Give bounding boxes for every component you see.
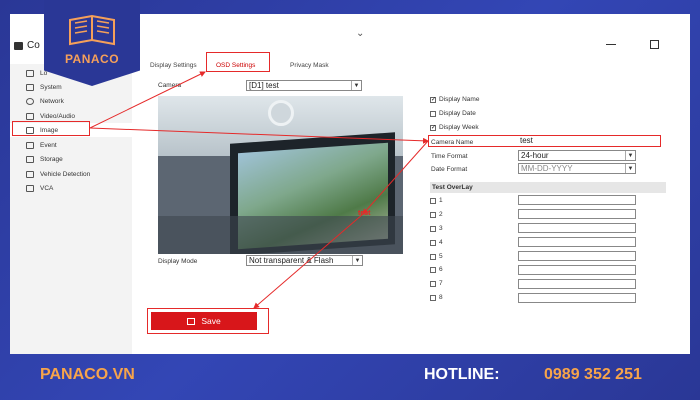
site-url: PANACO.VN (40, 366, 135, 383)
checkbox-icon (430, 211, 436, 218)
display-name-checkbox[interactable]: ✓ Display Name (430, 96, 479, 103)
overlay-text-input[interactable] (518, 251, 636, 261)
overlay-text-input[interactable] (518, 279, 636, 289)
sidebar-item-vca[interactable]: VCA (10, 181, 132, 195)
preview-lamp (268, 100, 294, 126)
overlay-row-checkbox[interactable]: 8 (430, 294, 443, 301)
display-date-checkbox[interactable]: Display Date (430, 110, 476, 117)
vca-icon (26, 184, 34, 192)
checkbox-icon (430, 280, 436, 287)
chevron-down-icon: ▼ (351, 81, 361, 90)
tab-privacy-mask[interactable]: Privacy Mask (290, 62, 329, 69)
date-format-select[interactable]: MM-DD-YYYY ▼ (518, 163, 636, 174)
checkbox-icon (430, 225, 436, 232)
checkbox-icon (430, 253, 436, 260)
tab-display-settings[interactable]: Display Settings (150, 62, 197, 69)
display-week-checkbox[interactable]: ✓ Display Week (430, 124, 479, 131)
chevron-down-icon[interactable]: ⌄ (356, 28, 364, 39)
minimize-icon[interactable] (606, 44, 616, 45)
sidebar-item-system[interactable]: System (10, 80, 132, 94)
overlay-row-checkbox[interactable]: 2 (430, 211, 443, 218)
camera-select[interactable]: [D1] test ▼ (246, 80, 362, 91)
overlay-row-checkbox[interactable]: 5 (430, 253, 443, 260)
overlay-text-input[interactable] (518, 237, 636, 247)
camera-label: Camera (158, 82, 182, 89)
chevron-down-icon: ▼ (625, 164, 635, 173)
maximize-icon[interactable] (650, 40, 659, 49)
checkbox-icon (430, 110, 436, 117)
image-menu-highlight (12, 121, 90, 136)
chevron-down-icon: ▼ (352, 256, 362, 265)
overlay-row-checkbox[interactable]: 1 (430, 197, 443, 204)
panaco-logo: PANACO (44, 0, 140, 86)
display-mode-select[interactable]: Not transparent & Flash ▼ (246, 255, 363, 266)
camera-name-highlight (428, 135, 661, 147)
overlay-text-input[interactable] (518, 209, 636, 219)
video-icon (26, 112, 34, 120)
sidebar: Lo System Network Video/Audio Image Even… (10, 64, 132, 354)
vehicle-icon (26, 170, 34, 178)
hotline-label: HOTLINE: (424, 366, 500, 383)
sidebar-item-storage[interactable]: Storage (10, 152, 132, 166)
date-format-label: Date Format (431, 166, 468, 173)
overlay-row-checkbox[interactable]: 6 (430, 266, 443, 273)
checkbox-icon (430, 266, 436, 273)
overlay-row-checkbox[interactable]: 7 (430, 280, 443, 287)
app-title-text: Co (27, 40, 40, 51)
sidebar-item-network[interactable]: Network (10, 94, 132, 108)
camera-preview: test (158, 96, 403, 254)
overlay-text-input[interactable] (518, 265, 636, 275)
checkbox-icon (430, 294, 436, 301)
hotline-number: 0989 352 251 (544, 366, 642, 383)
osd-tab-highlight (206, 52, 270, 72)
overlay-text-input[interactable] (518, 195, 636, 205)
checkbox-checked-icon: ✓ (430, 124, 437, 131)
overlay-row-checkbox[interactable]: 3 (430, 225, 443, 232)
osd-preview-text[interactable]: test (358, 210, 370, 217)
preview-shadow (158, 216, 403, 254)
sidebar-item-event[interactable]: Event (10, 138, 132, 152)
monitor-icon (26, 69, 34, 77)
sidebar-item-vehicle-detection[interactable]: Vehicle Detection (10, 167, 132, 181)
logo-text: PANACO (64, 52, 120, 66)
display-mode-label: Display Mode (158, 258, 198, 265)
globe-icon (26, 97, 34, 105)
event-icon (26, 141, 34, 149)
checkbox-icon (430, 197, 436, 204)
test-overlay-header: Test OverLay (430, 182, 666, 193)
system-icon (26, 83, 34, 91)
save-highlight (147, 308, 269, 334)
time-format-select[interactable]: 24-hour ▼ (518, 150, 636, 161)
app-title: Co (14, 40, 40, 51)
checkbox-icon (430, 239, 436, 246)
time-format-label: Time Format (431, 153, 468, 160)
overlay-text-input[interactable] (518, 223, 636, 233)
overlay-text-input[interactable] (518, 293, 636, 303)
book-logo-icon (69, 14, 115, 46)
chevron-down-icon: ▼ (625, 151, 635, 160)
storage-icon (26, 155, 34, 163)
checkbox-checked-icon: ✓ (430, 96, 437, 103)
overlay-row-checkbox[interactable]: 4 (430, 239, 443, 246)
app-icon (14, 41, 23, 50)
